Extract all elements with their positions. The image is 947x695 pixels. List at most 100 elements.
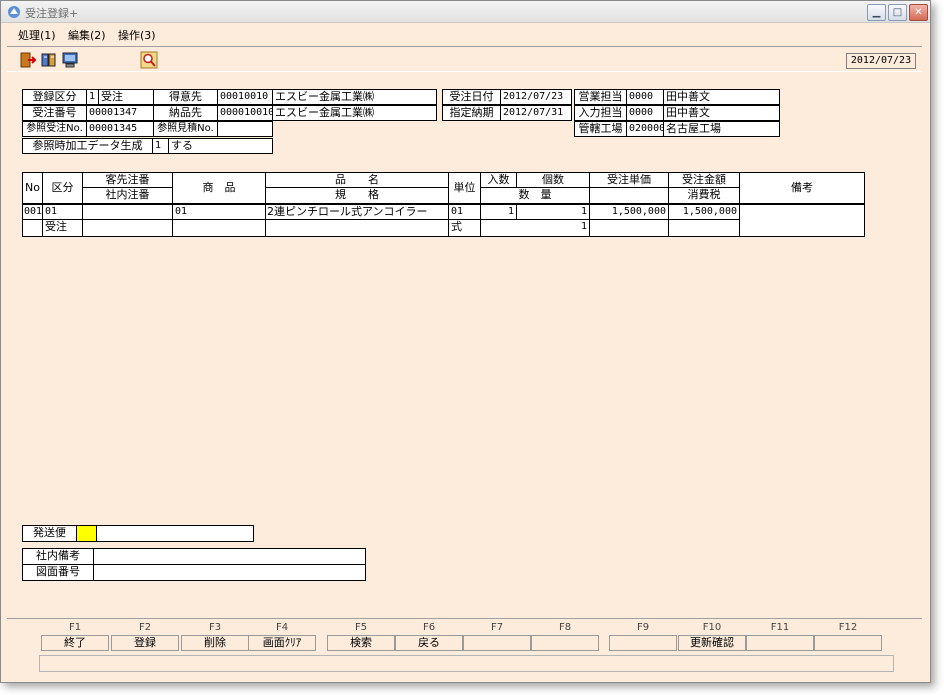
row1-biko-field[interactable] — [739, 204, 865, 237]
menu-bar: 処理(1) 編集(2) 操作(3) — [1, 24, 930, 44]
menu-henshu[interactable]: 編集(2) — [68, 27, 106, 43]
row2-tani: 式 — [448, 219, 481, 237]
hassobin-name — [96, 525, 254, 542]
f3-delete-button[interactable]: 削除 — [181, 635, 249, 651]
row1-tani-field[interactable]: 01 — [448, 204, 481, 220]
row2-shanai-chuban-field[interactable] — [82, 219, 173, 237]
row2-shohizei-field[interactable] — [668, 219, 740, 237]
kako-data-code-field[interactable]: 1 — [152, 138, 169, 154]
row2-no-blank — [22, 219, 43, 237]
f7-button[interactable] — [463, 635, 531, 651]
f8-button[interactable] — [531, 635, 599, 651]
f12-button[interactable] — [814, 635, 882, 651]
row1-hinmei-field[interactable]: 2連ピンチロール式アンコイラー — [265, 204, 449, 220]
juchubi-field[interactable]: 2012/07/23 — [500, 89, 572, 105]
status-bar — [39, 655, 894, 672]
f9-button[interactable] — [609, 635, 677, 651]
fkey-label-f3: F3 — [208, 622, 222, 633]
book-icon[interactable] — [40, 51, 58, 69]
kankatsu-name: 名古屋工場 — [663, 121, 780, 137]
label-shanai-biko: 社内備考 — [22, 548, 94, 565]
menu-shori[interactable]: 処理(1) — [18, 27, 56, 43]
function-key-bar: F1 終了 F2 登録 F3 削除 F4 画面ｸﾘｱ F5 検索 F6 戻る F… — [7, 618, 922, 676]
fkey-label-f5: F5 — [354, 622, 368, 633]
fkey-label-f12: F12 — [838, 622, 858, 633]
row1-kingaku-field[interactable]: 1,500,000 — [668, 204, 740, 220]
menu-sosa[interactable]: 操作(3) — [118, 27, 156, 43]
col-header-kingaku: 受注金額 — [668, 172, 740, 188]
f10-update-check-button[interactable]: 更新確認 — [678, 635, 746, 651]
f2-register-button[interactable]: 登録 — [111, 635, 179, 651]
nohin-name: エスビー金属工業㈱ — [272, 105, 437, 121]
kako-data-name: する — [168, 138, 273, 154]
row1-kubun-field[interactable]: 01 — [42, 204, 83, 220]
app-icon — [8, 6, 20, 18]
f5-search-button[interactable]: 検索 — [327, 635, 395, 651]
row2-kubun: 受注 — [42, 219, 83, 237]
col-header-kosu: 個数 — [516, 172, 590, 188]
col-header-tanka: 受注単価 — [589, 172, 669, 188]
window-title: 受注登録+ — [25, 7, 79, 20]
fkey-label-f11: F11 — [770, 622, 790, 633]
current-date: 2012/07/23 — [846, 53, 916, 69]
exit-icon[interactable] — [19, 51, 37, 69]
maximize-icon: □ — [892, 7, 903, 18]
col-header-tani: 単位 — [448, 172, 481, 204]
label-touroku-kubun: 登録区分 — [22, 89, 87, 105]
title-bar: 受注登録+ ▁ □ ✕ — [1, 1, 930, 23]
row1-kosu-field[interactable]: 1 — [516, 204, 590, 220]
row1-tanka-field[interactable]: 1,500,000 — [589, 204, 669, 220]
label-eigyo: 営業担当 — [574, 89, 627, 105]
hassobin-code-field[interactable] — [76, 525, 97, 542]
computer-icon[interactable] — [61, 51, 79, 69]
f1-exit-button[interactable]: 終了 — [41, 635, 109, 651]
label-nohin: 納品先 — [153, 105, 218, 121]
f4-clear-button[interactable]: 画面ｸﾘｱ — [248, 635, 316, 651]
row2-tanka-blank — [589, 219, 669, 237]
row1-kyaku-chuban-field[interactable] — [82, 204, 173, 220]
col-header-biko: 備考 — [739, 172, 865, 204]
shanai-biko-field[interactable] — [93, 548, 366, 565]
row2-kikaku-field[interactable] — [265, 219, 449, 237]
tokuisaki-code-field[interactable]: 00010010 — [217, 89, 273, 105]
eigyo-name: 田中善文 — [663, 89, 780, 105]
label-sansho-juchu: 参照受注No. — [22, 121, 87, 137]
nyuryoku-code-field[interactable]: 0000 — [626, 105, 664, 121]
col-header-tanka-blank — [589, 187, 669, 204]
close-button[interactable]: ✕ — [909, 4, 928, 21]
row2-suryo-field[interactable]: 1 — [480, 219, 590, 237]
eigyo-code-field[interactable]: 0000 — [626, 89, 664, 105]
label-sansho-mitsumori: 参照見積No. — [153, 121, 218, 137]
kankatsu-code-field[interactable]: 020000 — [626, 121, 664, 137]
col-header-shohin: 商 品 — [172, 172, 266, 204]
fkey-label-f4: F4 — [275, 622, 289, 633]
label-kankatsu: 管轄工場 — [574, 121, 627, 137]
sansho-juchu-field[interactable]: 00001345 — [86, 121, 154, 137]
f6-back-button[interactable]: 戻る — [395, 635, 463, 651]
col-header-shohizei: 消費税 — [668, 187, 740, 204]
row1-no: 001 — [22, 204, 43, 220]
row1-shohin-field[interactable]: 01 — [172, 204, 266, 220]
fkey-label-f6: F6 — [422, 622, 436, 633]
sansho-mitsumori-field[interactable] — [217, 121, 273, 137]
juchu-bango-field[interactable]: 00001347 — [86, 105, 154, 121]
zumen-field[interactable] — [93, 564, 366, 581]
fkey-label-f10: F10 — [702, 622, 722, 633]
nyuryoku-name: 田中善文 — [663, 105, 780, 121]
label-juchubi: 受注日付 — [442, 89, 501, 105]
row2-shohin-blank — [172, 219, 266, 237]
shitei-noki-field[interactable]: 2012/07/31 — [500, 105, 572, 121]
search-icon[interactable] — [140, 51, 158, 69]
f11-button[interactable] — [746, 635, 814, 651]
row1-irisu-field[interactable]: 1 — [480, 204, 517, 220]
label-hassobin: 発送便 — [22, 525, 77, 542]
col-header-no: No — [22, 172, 43, 204]
col-header-kyaku-chuban: 客先注番 — [82, 172, 173, 188]
maximize-button[interactable]: □ — [888, 4, 907, 21]
toolbar: 2012/07/23 — [7, 46, 922, 72]
col-header-hinmei: 品 名 — [265, 172, 449, 188]
col-header-kikaku: 規 格 — [265, 187, 449, 204]
minimize-button[interactable]: ▁ — [867, 4, 886, 21]
fkey-label-f2: F2 — [138, 622, 152, 633]
nohin-code-field[interactable]: 000010010 — [217, 105, 273, 121]
